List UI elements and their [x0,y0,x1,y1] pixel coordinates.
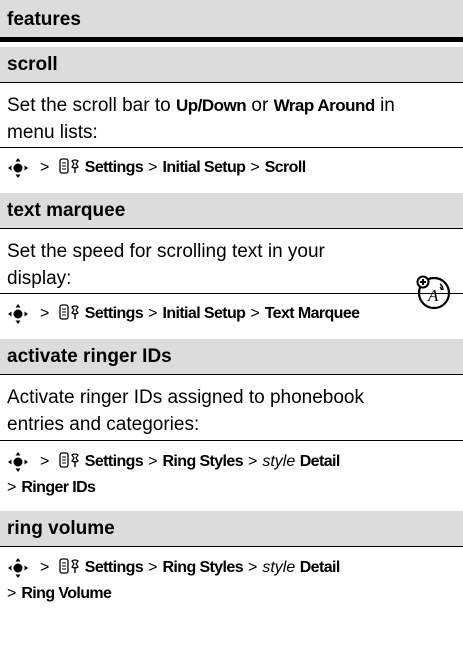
settings-icon [59,452,81,476]
settings-icon [59,304,81,325]
menu-path-ringer-ids: > Settings > Ring Styles > style Detail > Rin… [7,450,340,500]
nav-key-icon [7,451,29,473]
menu-path-scroll: > Settings > Initial Setup > Scroll [7,157,306,179]
divider [0,546,463,547]
nav-key-icon [7,157,29,179]
manual-page: features scroll Set the scroll bar to Up… [0,0,463,650]
nav-key-icon [7,557,29,579]
settings-icon [59,158,81,179]
divider [0,228,463,229]
section-header-ring-volume: ring volume [0,511,463,546]
table-header: features [0,0,463,42]
section-header-ringer-ids: activate ringer IDs [0,339,463,374]
menu-path-ring-volume: > Settings > Ring Styles > style Detail > Rin… [7,556,340,606]
scroll-description: Set the scroll bar to Up/Down or Wrap Ar… [7,95,395,143]
section-header-text-marquee: text marquee [0,193,463,228]
ringer-ids-description: Activate ringer IDs assigned to phoneboo… [7,387,364,435]
divider [0,440,463,441]
settings-icon [59,558,81,582]
section-title: scroll [7,54,58,75]
text-marquee-description: Set the speed for scrolling text in your… [7,241,325,289]
header-title: features [7,9,81,30]
section-header-scroll: scroll [0,47,463,82]
menu-path-text-marquee: > Settings > Initial Setup > Text Marquee [7,303,360,325]
divider [0,374,463,375]
nav-key-icon [7,303,29,325]
divider [0,293,463,294]
section-title: text marquee [7,200,126,221]
divider [0,82,463,83]
section-title: ring volume [7,518,115,539]
section-title: activate ringer IDs [7,346,172,367]
divider [0,147,463,148]
